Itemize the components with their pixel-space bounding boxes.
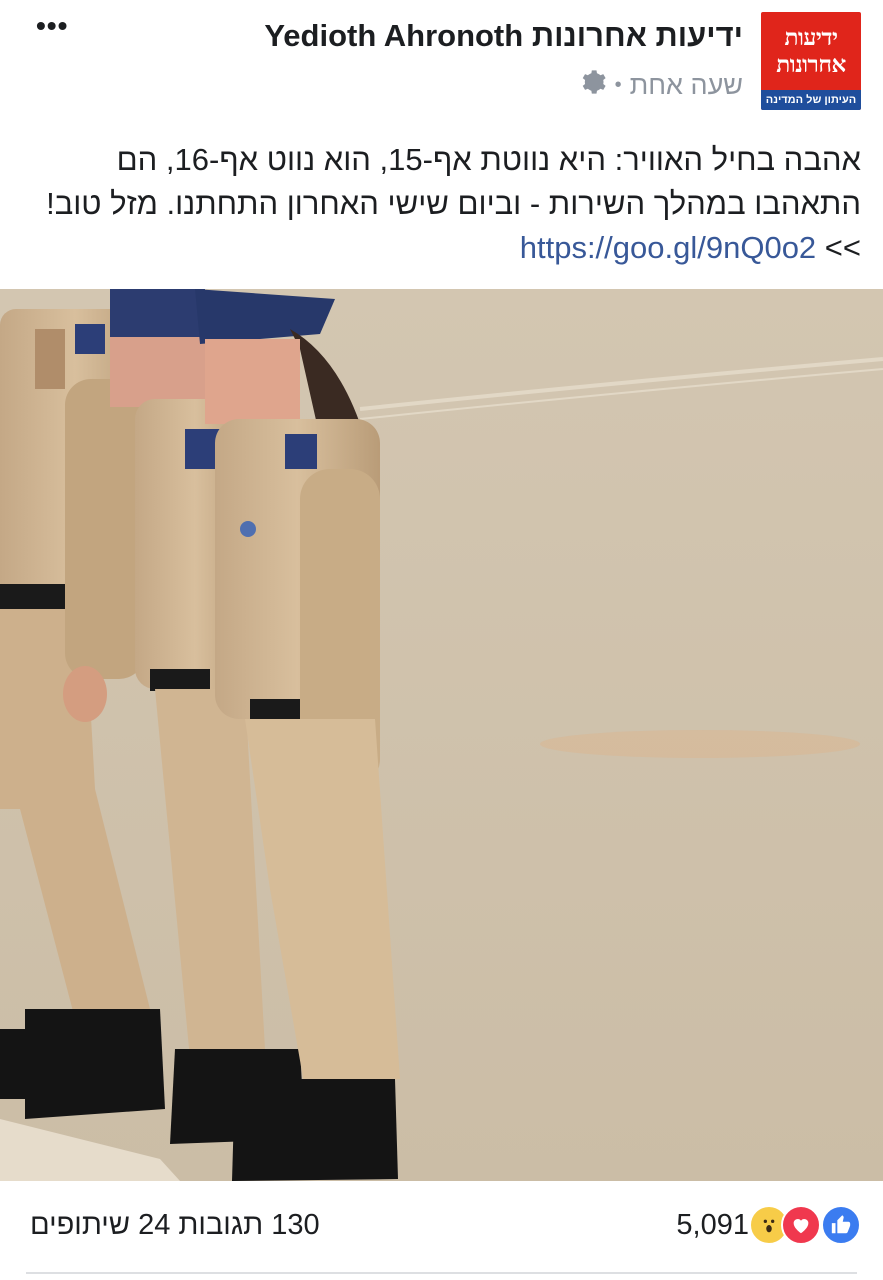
like-icon: [821, 1205, 861, 1245]
page-logo[interactable]: ידיעות אחרונות העיתון של המדינה: [761, 12, 861, 110]
logo-line-1: ידיעות: [784, 24, 838, 51]
post-text: אהבה בחיל האוויר: היא נווטת אף-15, הוא נ…: [30, 138, 861, 270]
meta-separator: •: [614, 74, 622, 96]
logo-line-2: אחרונות: [776, 51, 846, 78]
post-photo[interactable]: [0, 289, 883, 1181]
logo-tagline: העיתון של המדינה: [761, 90, 861, 110]
post-header: ידיעות אחרונות העיתון של המדינה ידיעות א…: [0, 0, 883, 125]
post-link[interactable]: https://goo.gl/9nQ0o2: [520, 230, 816, 265]
gear-icon: [579, 68, 607, 103]
reactions-summary[interactable]: 5,091: [676, 1205, 861, 1245]
love-icon: [781, 1205, 821, 1245]
comments-shares-stats[interactable]: 130 תגובות 24 שיתופים: [30, 1209, 320, 1242]
reaction-count: 5,091: [676, 1208, 749, 1241]
post-meta: שעה אחת •: [579, 68, 743, 103]
post-time[interactable]: שעה אחת: [630, 70, 743, 101]
post-footer: 5,091 130 תגובות 24 שיתופים: [0, 1181, 883, 1280]
page-name[interactable]: ידיעות אחרונות Yedioth Ahronoth: [264, 18, 743, 54]
footer-divider: [26, 1272, 857, 1274]
more-options-button[interactable]: •••: [36, 10, 68, 42]
